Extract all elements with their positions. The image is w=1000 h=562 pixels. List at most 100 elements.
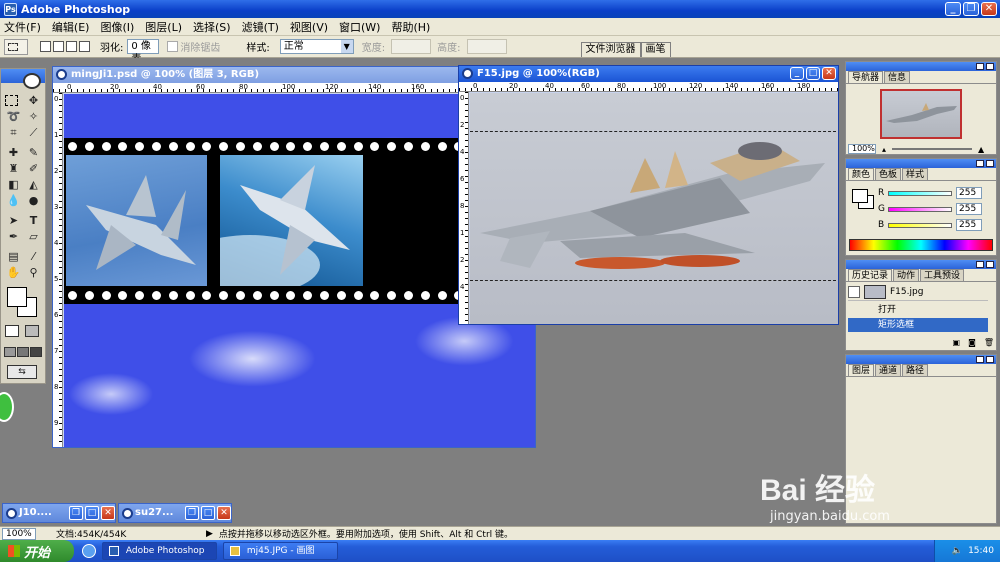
tab-actions[interactable]: 动作 — [893, 269, 920, 281]
doc-maximize-button[interactable]: □ — [806, 67, 820, 80]
palette-titlebar[interactable] — [846, 355, 996, 364]
marquee-tool-icon[interactable] — [5, 95, 18, 106]
tab-swatches[interactable]: 色板 — [875, 168, 902, 180]
feather-input[interactable]: 0 像素 — [127, 39, 160, 65]
jump-to-imageready-icon[interactable]: ⇆ — [7, 365, 37, 379]
color-fg-swatch[interactable] — [852, 189, 868, 203]
tab-brushes[interactable]: 画笔 — [640, 42, 671, 57]
tab-styles[interactable]: 样式 — [902, 168, 929, 180]
palette-titlebar[interactable] — [846, 62, 996, 71]
palette-close-icon[interactable] — [986, 261, 994, 268]
restore-doc-button[interactable]: ❐ — [185, 506, 199, 520]
new-document-from-state-icon[interactable]: ▣ — [953, 338, 961, 348]
document-window-f15[interactable]: F15.jpg @ 100%(RGB) _ □ ✕ 0 20 40 60 80 100 12… — [458, 65, 839, 325]
tab-history[interactable]: 历史记录 — [848, 269, 893, 281]
style-select[interactable]: 正常 ▼ — [279, 39, 354, 54]
zoom-in-icon[interactable]: ▲ — [978, 145, 984, 154]
restore-button[interactable]: ❐ — [963, 2, 979, 16]
close-doc-button[interactable]: ✕ — [217, 506, 231, 520]
start-button[interactable]: 开始 — [0, 540, 74, 562]
red-slider[interactable] — [888, 190, 952, 196]
blur-tool-icon[interactable]: 💧 — [5, 193, 22, 208]
paint-bucket-icon[interactable]: ◭ — [25, 177, 42, 192]
standard-mode-icon[interactable] — [5, 325, 19, 337]
palette-titlebar[interactable] — [846, 260, 996, 269]
restore-doc-button[interactable]: ❐ — [69, 506, 83, 520]
close-button[interactable]: ✕ — [981, 2, 997, 16]
lasso-tool-icon[interactable]: ➰ — [5, 109, 22, 124]
type-tool-icon[interactable]: T — [25, 213, 42, 228]
document-title-bar-active[interactable]: F15.jpg @ 100%(RGB) _ □ ✕ — [459, 66, 838, 82]
eyedropper-icon[interactable]: ⁄ — [25, 249, 42, 264]
height-input[interactable] — [466, 39, 507, 54]
clone-stamp-icon[interactable]: ♜ — [5, 161, 22, 176]
palette-minimize-icon[interactable] — [976, 63, 984, 70]
healing-brush-icon[interactable]: ✚ — [5, 145, 22, 160]
hand-tool-icon[interactable]: ✋ — [5, 265, 22, 280]
vertical-ruler[interactable] — [53, 93, 63, 447]
minimized-doc-su27[interactable]: su27... ❐ □ ✕ — [118, 503, 232, 523]
green-value-input[interactable]: 255 — [956, 203, 982, 215]
brush-tool-icon[interactable]: ✎ — [25, 145, 42, 160]
taskbar-item-photoshop[interactable]: Adobe Photoshop — [102, 542, 217, 560]
minimized-doc-j10[interactable]: J10.... ❐ □ ✕ — [2, 503, 116, 523]
tab-layers[interactable]: 图层 — [848, 364, 875, 376]
palette-minimize-icon[interactable] — [976, 160, 984, 167]
dodge-tool-icon[interactable]: ● — [25, 193, 42, 208]
volume-icon[interactable]: 🔈 — [952, 546, 963, 556]
maximize-doc-button[interactable]: □ — [85, 506, 99, 520]
status-zoom-input[interactable]: 100% — [2, 527, 36, 540]
blue-value-input[interactable]: 255 — [956, 219, 982, 231]
marquee-preset-icon[interactable] — [4, 38, 28, 55]
menu-filter[interactable]: 滤镜(T) — [242, 19, 279, 35]
close-doc-button[interactable]: ✕ — [101, 506, 115, 520]
magic-wand-icon[interactable]: ✧ — [25, 109, 42, 124]
history-snapshot[interactable]: F15.jpg — [848, 283, 988, 301]
zoom-out-icon[interactable]: ▴ — [882, 145, 886, 154]
palette-titlebar[interactable] — [846, 159, 996, 168]
palette-minimize-icon[interactable] — [976, 261, 984, 268]
f15-photo-canvas[interactable] — [470, 93, 838, 324]
notes-tool-icon[interactable]: ▤ — [5, 249, 22, 264]
subtract-selection-icon[interactable] — [66, 41, 77, 52]
path-select-icon[interactable]: ➤ — [5, 213, 22, 228]
menu-select[interactable]: 选择(S) — [193, 19, 231, 35]
tab-color[interactable]: 颜色 — [848, 168, 875, 180]
color-spectrum-bar[interactable] — [849, 239, 993, 251]
palette-close-icon[interactable] — [986, 160, 994, 167]
screen-mode-standard-icon[interactable] — [4, 347, 16, 357]
zoom-slider[interactable] — [892, 148, 973, 150]
green-slider[interactable] — [888, 206, 952, 212]
menu-image[interactable]: 图像(I) — [100, 19, 134, 35]
history-item-selected[interactable]: 矩形选框 — [848, 318, 988, 332]
red-value-input[interactable]: 255 — [956, 187, 982, 199]
width-input[interactable] — [391, 39, 432, 54]
palette-close-icon[interactable] — [986, 356, 994, 363]
menu-edit[interactable]: 编辑(E) — [52, 19, 90, 35]
quick-mask-icon[interactable] — [25, 325, 39, 337]
tab-channels[interactable]: 通道 — [875, 364, 902, 376]
document-title-bar[interactable]: mingJi1.psd @ 100% (图层 3, RGB) — [53, 67, 463, 83]
antialias-checkbox[interactable] — [167, 41, 179, 52]
new-selection-icon[interactable] — [40, 41, 51, 52]
menu-view[interactable]: 视图(V) — [290, 19, 328, 35]
play-arrow-icon[interactable]: ▶ — [206, 529, 213, 539]
add-selection-icon[interactable] — [53, 41, 64, 52]
tab-navigator[interactable]: 导航器 — [848, 71, 884, 83]
doc-close-button[interactable]: ✕ — [822, 67, 836, 80]
eraser-tool-icon[interactable]: ◧ — [5, 177, 22, 192]
tab-tool-presets[interactable]: 工具预设 — [920, 269, 965, 281]
menu-layer[interactable]: 图层(L) — [145, 19, 182, 35]
slice-tool-icon[interactable]: ⟋ — [25, 125, 42, 140]
doc-minimize-button[interactable]: _ — [790, 67, 804, 80]
history-brush-icon[interactable]: ✐ — [25, 161, 42, 176]
palette-close-icon[interactable] — [986, 63, 994, 70]
adobe-online-icon[interactable] — [23, 73, 41, 89]
menu-file[interactable]: 文件(F) — [4, 19, 41, 35]
tab-info[interactable]: 信息 — [884, 71, 911, 83]
history-item[interactable]: 打开 — [848, 303, 988, 317]
navigator-zoom-input[interactable]: 100% — [848, 144, 876, 154]
menu-window[interactable]: 窗口(W) — [339, 19, 380, 35]
tab-paths[interactable]: 路径 — [902, 364, 929, 376]
blue-slider[interactable] — [888, 222, 952, 228]
